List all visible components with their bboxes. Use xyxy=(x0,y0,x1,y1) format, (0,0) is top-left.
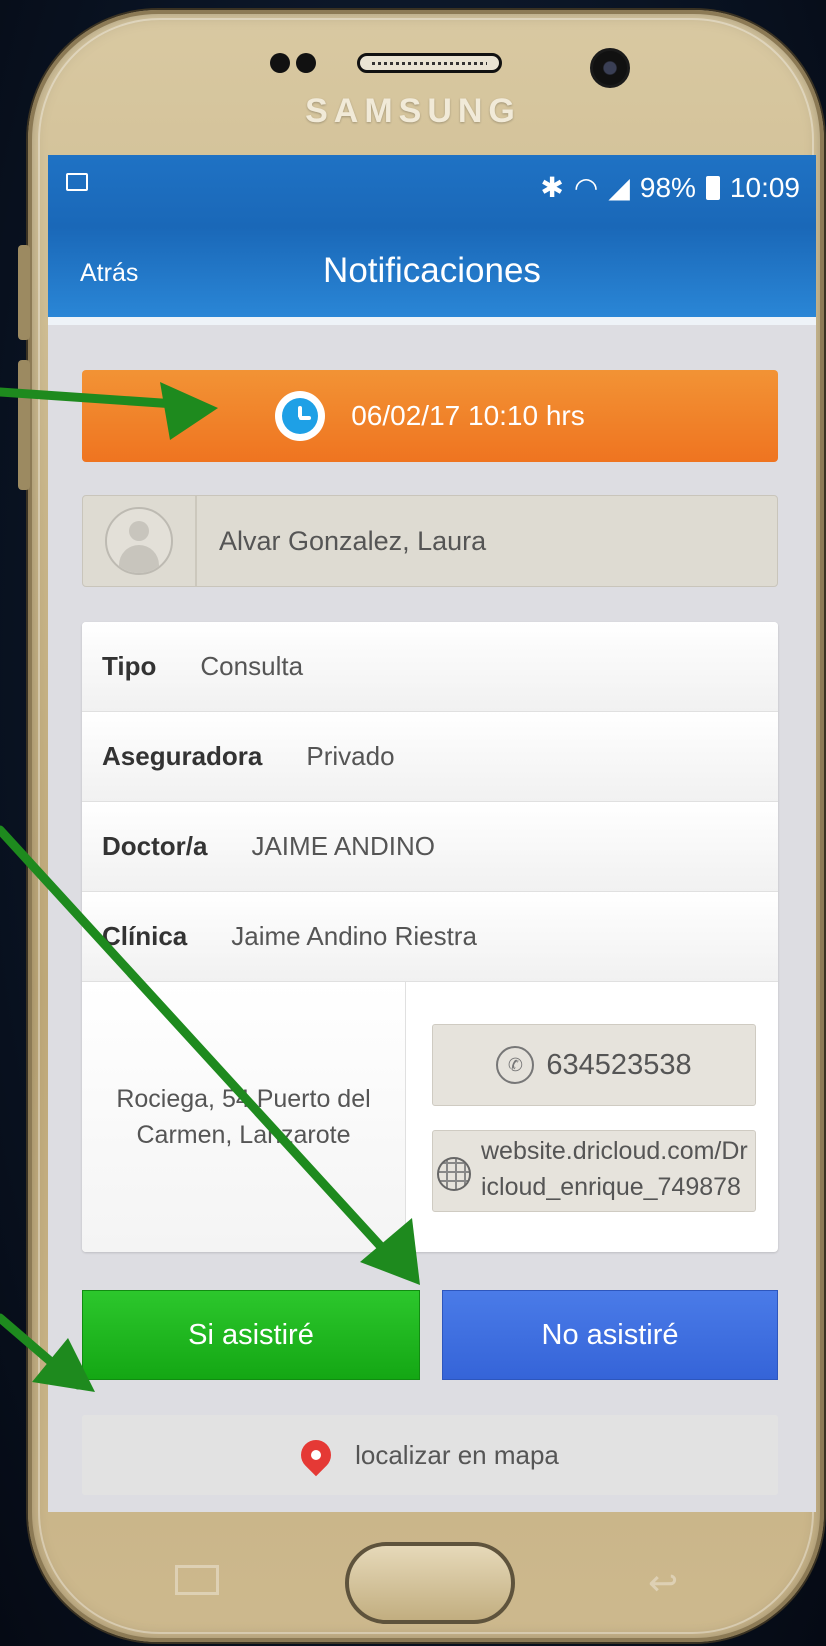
detail-value: Privado xyxy=(306,741,395,771)
detail-row-tipo: Tipo Consulta xyxy=(82,622,778,712)
patient-row: Alvar Gonzalez, Laura xyxy=(82,495,778,587)
phone-number: 634523538 xyxy=(546,1048,692,1081)
recent-apps-key xyxy=(175,1565,219,1595)
app-screen: ✱ ◠ ◢ 98% 10:09 Atrás Notificaciones 06/… xyxy=(48,155,816,1512)
front-camera xyxy=(590,48,630,88)
bluetooth-icon: ✱ xyxy=(540,172,564,203)
status-bar: ✱ ◠ ◢ 98% 10:09 xyxy=(48,155,816,227)
detail-value: Jaime Andino Riestra xyxy=(231,921,477,951)
battery-percent: 98% xyxy=(639,171,696,203)
wifi-icon: ◠ xyxy=(573,172,599,203)
call-button[interactable]: ✆ 634523538 xyxy=(432,1024,756,1106)
map-button-label: localizar en mapa xyxy=(355,1439,559,1470)
back-key-icon: ↩ xyxy=(648,1562,679,1603)
detail-label: Doctor/a xyxy=(102,831,208,861)
website-button[interactable]: website.dricloud.com/Dricloud_enrique_74… xyxy=(432,1130,756,1212)
appointment-datetime-bar: 06/02/17 10:10 hrs xyxy=(82,370,778,462)
home-button xyxy=(345,1542,515,1624)
globe-icon xyxy=(437,1157,471,1191)
clock-icon xyxy=(275,391,326,441)
clinic-address: Rociega, 54 Puerto del Carmen, Lanzarote xyxy=(82,982,406,1252)
map-button[interactable]: localizar en mapa xyxy=(82,1415,778,1495)
volume-down-button xyxy=(18,360,30,490)
avatar-cell xyxy=(83,496,197,586)
image-icon xyxy=(66,173,88,191)
detail-row-aseguradora: Aseguradora Privado xyxy=(82,712,778,802)
attend-button[interactable]: Si asistiré xyxy=(82,1290,420,1380)
appointment-details-card: Tipo Consulta Aseguradora Privado Doctor… xyxy=(82,622,778,1252)
detail-row-clinica: Clínica Jaime Andino Riestra xyxy=(82,892,778,982)
detail-value: Consulta xyxy=(200,651,304,681)
avatar xyxy=(105,507,173,575)
volume-up-button xyxy=(18,245,30,340)
app-bar-divider xyxy=(48,317,816,325)
earpiece-speaker xyxy=(357,53,502,73)
detail-label: Clínica xyxy=(102,921,188,951)
page-title: Notificaciones xyxy=(323,251,541,290)
map-pin-icon xyxy=(294,1433,338,1477)
sensor-dot xyxy=(296,53,316,73)
brand-logo: SAMSUNG xyxy=(305,92,521,130)
detail-row-doctor: Doctor/a JAIME ANDINO xyxy=(82,802,778,892)
clinic-contact-section: Rociega, 54 Puerto del Carmen, Lanzarote… xyxy=(82,982,778,1252)
sensor-dot xyxy=(270,53,290,73)
signal-icon: ◢ xyxy=(608,172,630,203)
battery-icon xyxy=(705,175,720,200)
status-time: 10:09 xyxy=(729,171,800,203)
detail-value: JAIME ANDINO xyxy=(251,831,435,861)
website-url: website.dricloud.com/Dricloud_enrique_74… xyxy=(481,1137,748,1211)
phone-icon: ✆ xyxy=(496,1046,535,1084)
detail-label: Tipo xyxy=(102,651,157,681)
app-bar: Atrás Notificaciones xyxy=(48,227,816,317)
appointment-datetime: 06/02/17 10:10 hrs xyxy=(351,400,585,431)
not-attend-button[interactable]: No asistiré xyxy=(442,1290,778,1380)
status-indicators: ✱ ◠ ◢ 98% 10:09 xyxy=(540,171,800,204)
detail-label: Aseguradora xyxy=(102,741,263,771)
patient-name: Alvar Gonzalez, Laura xyxy=(219,525,487,556)
